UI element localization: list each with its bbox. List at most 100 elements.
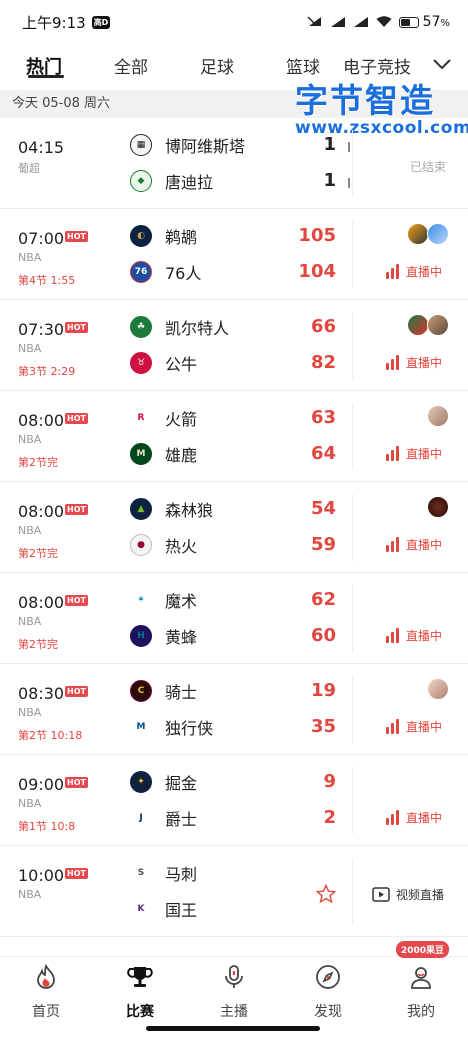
match-row[interactable]: 08:30 HOT NBA 第2节 10:18 C 骑士 19 M 独行侠 35 直播中 xyxy=(0,664,468,755)
column-divider xyxy=(352,585,353,652)
live-signal-icon xyxy=(386,536,399,552)
battery-unit: % xyxy=(440,18,450,29)
status-bar: 上午9:13 高D 57% xyxy=(0,0,468,44)
column-divider xyxy=(352,221,353,288)
battery-indicator: 57% xyxy=(398,14,450,30)
nav-discover[interactable]: 发现 xyxy=(298,963,358,1021)
team-name: 76人 xyxy=(165,264,202,283)
hot-badge: HOT xyxy=(65,231,88,242)
live-button[interactable]: 直播中 xyxy=(386,263,442,280)
nav-home[interactable]: 首页 xyxy=(16,963,76,1021)
team-name: 黄蜂 xyxy=(165,628,198,647)
match-time: 08:00 xyxy=(18,411,65,430)
streamer-avatar[interactable] xyxy=(407,314,429,336)
signal-2-icon xyxy=(353,17,368,27)
mute-icon xyxy=(307,16,321,26)
team-score: 1 xyxy=(323,134,336,155)
match-time: 07:00 xyxy=(18,229,65,248)
match-row[interactable]: 04:15 葡超 ▦ 博阿维斯塔 1 ◆ 唐迪拉 1 已结束 xyxy=(0,118,468,209)
spurs-logo: S xyxy=(130,862,152,884)
match-row[interactable]: 07:00 HOT NBA 第4节 1:55 ◐ 鹈鹕 105 76 76人 104 直播中 xyxy=(0,209,468,300)
tab-esports[interactable]: 电子竞技 xyxy=(343,53,411,78)
column-divider xyxy=(352,403,353,470)
team-score: 64 xyxy=(310,443,336,464)
streamer-avatar[interactable] xyxy=(427,314,449,336)
live-signal-icon xyxy=(386,445,399,461)
team-score: 62 xyxy=(310,589,336,610)
match-time: 07:30 xyxy=(18,320,65,339)
home-team: ☘ 凯尔特人 xyxy=(130,314,229,340)
compass-icon xyxy=(316,965,340,989)
signal-icon xyxy=(330,17,345,27)
bucks-logo: M xyxy=(130,443,152,465)
live-button[interactable]: 直播中 xyxy=(386,354,442,371)
match-period: 第2节完 xyxy=(18,638,58,651)
team-name: 爵士 xyxy=(165,810,198,829)
76ers-logo: 76 xyxy=(130,261,152,283)
favorite-star-icon[interactable] xyxy=(316,884,336,904)
streamer-avatar[interactable] xyxy=(427,496,449,518)
nav-matches[interactable]: 比赛 xyxy=(110,963,170,1021)
boavista-logo: ▦ xyxy=(130,134,152,156)
team-name: 鹈鹕 xyxy=(165,228,198,247)
away-team: ♉ 公牛 xyxy=(130,350,197,376)
live-button[interactable]: 直播中 xyxy=(386,445,442,462)
tondela-logo: ◆ xyxy=(130,170,152,192)
team-score: 1 xyxy=(323,170,336,191)
match-row[interactable]: 08:00 HOT NBA 第2节完 ▲ 森林狼 54 ● 热火 59 直播中 xyxy=(0,482,468,573)
match-row[interactable]: 08:00 HOT NBA 第2节完 R 火箭 63 M 雄鹿 64 直播中 xyxy=(0,391,468,482)
streamer-avatar[interactable] xyxy=(427,405,449,427)
video-stream-button[interactable]: 视频直播 xyxy=(372,886,444,903)
score-divider xyxy=(348,142,350,152)
nav-streamers[interactable]: 主播 xyxy=(204,963,264,1021)
home-indicator[interactable] xyxy=(146,1026,320,1031)
streamer-avatar[interactable] xyxy=(427,223,449,245)
column-divider xyxy=(352,130,353,197)
team-name: 博阿维斯塔 xyxy=(165,137,246,156)
league-name: NBA xyxy=(18,524,42,537)
live-label: 直播中 xyxy=(406,265,443,279)
league-name: NBA xyxy=(18,251,42,264)
tab-basketball[interactable]: 篮球 xyxy=(286,53,320,78)
league-name: 葡超 xyxy=(18,162,40,175)
team-name: 凯尔特人 xyxy=(165,319,230,338)
chevron-down-icon[interactable] xyxy=(430,52,454,76)
tab-football[interactable]: 足球 xyxy=(200,53,234,78)
league-name: NBA xyxy=(18,433,42,446)
live-button[interactable]: 直播中 xyxy=(386,627,442,644)
bulls-logo: ♉ xyxy=(130,352,152,374)
nav-profile[interactable]: 我的 xyxy=(391,963,451,1021)
date-header: 今天 05-08 周六 xyxy=(0,90,468,118)
match-row[interactable]: 10:00 HOT NBA S 马刺 K 国王 视频直播 xyxy=(0,846,468,937)
hot-badge: HOT xyxy=(65,595,88,606)
streamer-avatar[interactable] xyxy=(427,678,449,700)
live-button[interactable]: 直播中 xyxy=(386,718,442,735)
match-row[interactable]: 07:30 HOT NBA 第3节 2:29 ☘ 凯尔特人 66 ♉ 公牛 82 直播中 xyxy=(0,300,468,391)
live-label: 直播中 xyxy=(406,811,443,825)
team-name: 骑士 xyxy=(165,683,198,702)
hot-badge: HOT xyxy=(65,868,88,879)
match-period: 第2节完 xyxy=(18,456,58,469)
live-button[interactable]: 直播中 xyxy=(386,809,442,826)
tab-all[interactable]: 全部 xyxy=(114,53,148,78)
match-period: 第4节 1:55 xyxy=(18,274,76,287)
match-list: 04:15 葡超 ▦ 博阿维斯塔 1 ◆ 唐迪拉 1 已结束 07:00 HOT NBA 第4节 1:5… xyxy=(0,118,468,956)
column-divider xyxy=(352,676,353,743)
home-team: R 火箭 xyxy=(130,405,197,431)
home-team: C 骑士 xyxy=(130,678,197,704)
team-score: 9 xyxy=(323,771,336,792)
coupon-badge[interactable]: 2000果豆 xyxy=(396,941,450,958)
match-row[interactable]: 08:00 HOT NBA 第2节完 ✶ 魔术 62 H 黄蜂 60 直播中 xyxy=(0,573,468,664)
column-divider xyxy=(352,767,353,834)
hot-badge: HOT xyxy=(65,777,88,788)
mavericks-logo: M xyxy=(130,716,152,738)
hd-badge: 高D xyxy=(91,15,111,29)
nuggets-logo: ✦ xyxy=(130,771,152,793)
match-row[interactable]: 09:00 HOT NBA 第1节 10:8 ✦ 掘金 9 J 爵士 2 直播中 xyxy=(0,755,468,846)
team-score: 82 xyxy=(310,352,336,373)
live-button[interactable]: 直播中 xyxy=(386,536,442,553)
live-signal-icon xyxy=(386,627,399,643)
league-name: NBA xyxy=(18,797,42,810)
streamer-avatar[interactable] xyxy=(407,223,429,245)
column-divider xyxy=(352,858,353,925)
